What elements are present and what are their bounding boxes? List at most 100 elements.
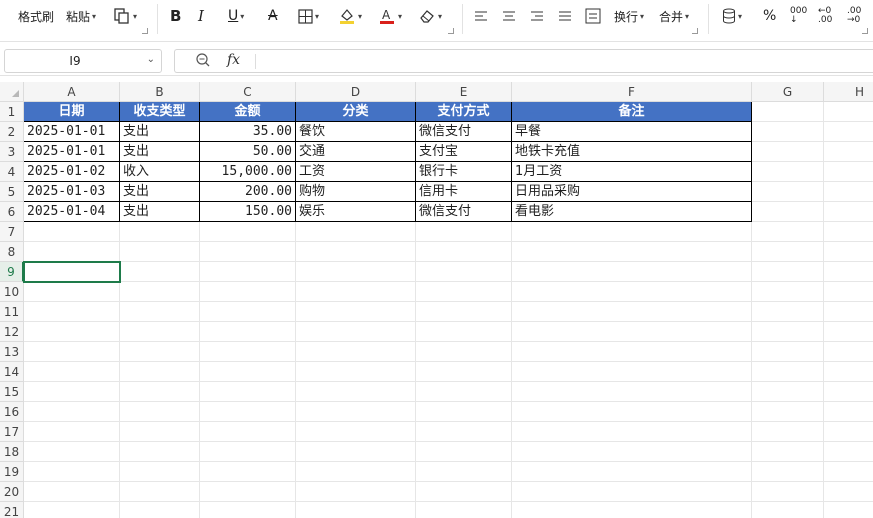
cell-f9[interactable]: [512, 262, 752, 282]
cell-g21[interactable]: [752, 502, 824, 518]
cell-b12[interactable]: [120, 322, 200, 342]
cell-h16[interactable]: [824, 402, 873, 422]
cell-f15[interactable]: [512, 382, 752, 402]
row-header-15[interactable]: 15: [0, 382, 24, 402]
cell-g9[interactable]: [752, 262, 824, 282]
cell-d12[interactable]: [296, 322, 416, 342]
cell-f13[interactable]: [512, 342, 752, 362]
cell-g8[interactable]: [752, 242, 824, 262]
cell-a21[interactable]: [24, 502, 120, 518]
cell-a17[interactable]: [24, 422, 120, 442]
cell-c21[interactable]: [200, 502, 296, 518]
chevron-down-icon[interactable]: ⌄: [147, 54, 155, 65]
formula-input[interactable]: fx: [174, 49, 873, 73]
cell-d4[interactable]: 工资: [296, 162, 416, 182]
column-header-f[interactable]: F: [512, 82, 752, 102]
cell-b3[interactable]: 支出: [120, 142, 200, 162]
cell-h18[interactable]: [824, 442, 873, 462]
merge-button[interactable]: 合并 ▾: [659, 0, 689, 32]
cell-h13[interactable]: [824, 342, 873, 362]
row-header-16[interactable]: 16: [0, 402, 24, 422]
row-header-17[interactable]: 17: [0, 422, 24, 442]
cell-b5[interactable]: 支出: [120, 182, 200, 202]
row-header-18[interactable]: 18: [0, 442, 24, 462]
cell-c15[interactable]: [200, 382, 296, 402]
cell-g1[interactable]: [752, 102, 824, 122]
italic-button[interactable]: I: [198, 0, 204, 32]
vertical-align-button[interactable]: [585, 0, 601, 32]
cell-h21[interactable]: [824, 502, 873, 518]
column-header-c[interactable]: C: [200, 82, 296, 102]
cell-c4[interactable]: 15,000.00: [200, 162, 296, 182]
cell-h14[interactable]: [824, 362, 873, 382]
border-button[interactable]: ▾: [298, 0, 319, 32]
cell-f19[interactable]: [512, 462, 752, 482]
cell-a19[interactable]: [24, 462, 120, 482]
cell-b8[interactable]: [120, 242, 200, 262]
cell-b9[interactable]: [120, 262, 200, 282]
cell-b18[interactable]: [120, 442, 200, 462]
clipboard-dialog-launcher[interactable]: [142, 28, 148, 34]
cell-c12[interactable]: [200, 322, 296, 342]
cell-d1[interactable]: 分类: [296, 102, 416, 122]
cell-e13[interactable]: [416, 342, 512, 362]
cell-h10[interactable]: [824, 282, 873, 302]
cell-b10[interactable]: [120, 282, 200, 302]
cell-b2[interactable]: 支出: [120, 122, 200, 142]
cell-f10[interactable]: [512, 282, 752, 302]
cell-c8[interactable]: [200, 242, 296, 262]
cell-d13[interactable]: [296, 342, 416, 362]
name-box[interactable]: I9 ⌄: [4, 49, 162, 73]
strikethrough-button[interactable]: A: [268, 0, 278, 32]
cell-e17[interactable]: [416, 422, 512, 442]
column-header-h[interactable]: H: [824, 82, 873, 102]
cell-d15[interactable]: [296, 382, 416, 402]
cell-h6[interactable]: [824, 202, 873, 222]
justify-button[interactable]: [558, 0, 572, 32]
cell-c6[interactable]: 150.00: [200, 202, 296, 222]
cell-g17[interactable]: [752, 422, 824, 442]
cell-h12[interactable]: [824, 322, 873, 342]
row-header-13[interactable]: 13: [0, 342, 24, 362]
underline-button[interactable]: U ▾: [228, 0, 244, 32]
cell-b1[interactable]: 收支类型: [120, 102, 200, 122]
fill-color-button[interactable]: ▾: [338, 0, 362, 32]
cell-b14[interactable]: [120, 362, 200, 382]
cell-f18[interactable]: [512, 442, 752, 462]
cell-f11[interactable]: [512, 302, 752, 322]
cell-b13[interactable]: [120, 342, 200, 362]
cell-d6[interactable]: 娱乐: [296, 202, 416, 222]
cell-g20[interactable]: [752, 482, 824, 502]
cell-b4[interactable]: 收入: [120, 162, 200, 182]
cell-c16[interactable]: [200, 402, 296, 422]
cell-a16[interactable]: [24, 402, 120, 422]
column-header-g[interactable]: G: [752, 82, 824, 102]
cell-g7[interactable]: [752, 222, 824, 242]
row-header-3[interactable]: 3: [0, 142, 24, 162]
cell-h17[interactable]: [824, 422, 873, 442]
format-painter-button[interactable]: 格式刷: [18, 0, 54, 32]
cell-g11[interactable]: [752, 302, 824, 322]
cell-e5[interactable]: 信用卡: [416, 182, 512, 202]
cell-e1[interactable]: 支付方式: [416, 102, 512, 122]
cell-e4[interactable]: 银行卡: [416, 162, 512, 182]
row-header-14[interactable]: 14: [0, 362, 24, 382]
cell-h8[interactable]: [824, 242, 873, 262]
cell-e20[interactable]: [416, 482, 512, 502]
font-color-button[interactable]: A ▾: [378, 0, 402, 32]
cell-b20[interactable]: [120, 482, 200, 502]
row-header-21[interactable]: 21: [0, 502, 24, 518]
row-header-9[interactable]: 9: [0, 262, 24, 282]
cell-h5[interactable]: [824, 182, 873, 202]
cell-a1[interactable]: 日期: [24, 102, 120, 122]
cell-f8[interactable]: [512, 242, 752, 262]
align-center-button[interactable]: [502, 0, 516, 32]
paste-button[interactable]: 粘贴 ▾: [66, 0, 96, 32]
row-header-4[interactable]: 4: [0, 162, 24, 182]
cell-d19[interactable]: [296, 462, 416, 482]
cell-c1[interactable]: 金额: [200, 102, 296, 122]
cell-e8[interactable]: [416, 242, 512, 262]
cell-c7[interactable]: [200, 222, 296, 242]
cell-a3[interactable]: 2025-01-01: [24, 142, 120, 162]
cell-f20[interactable]: [512, 482, 752, 502]
